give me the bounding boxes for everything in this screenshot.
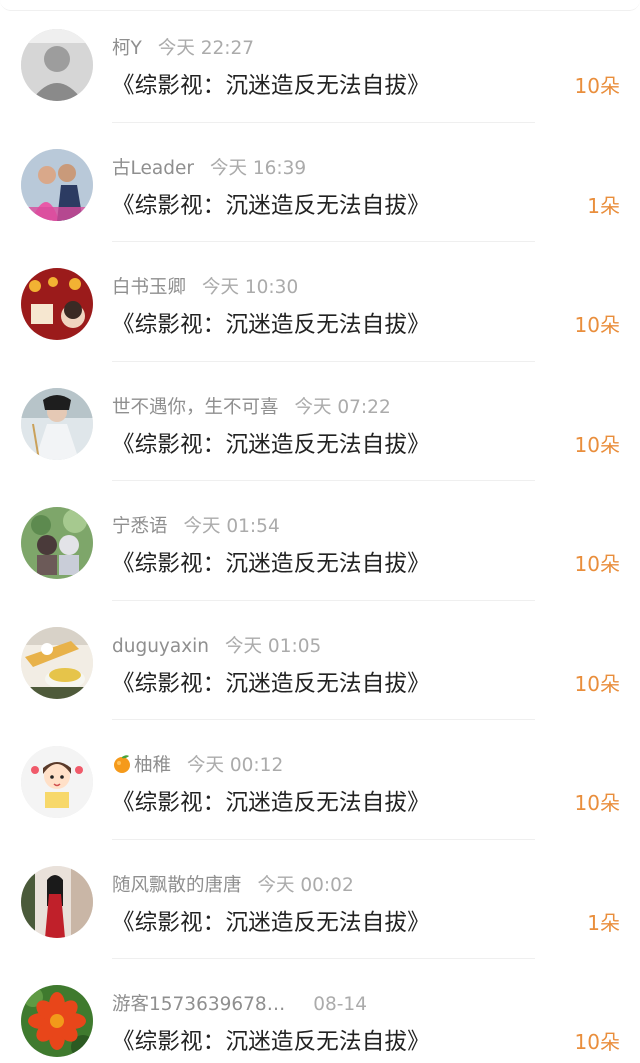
flower-count: 1朵 (587, 910, 620, 935)
user-avatar-woman-red-dress-icon (21, 865, 93, 938)
username[interactable]: 游客1573639678… (112, 994, 285, 1015)
flower-count: 10朵 (574, 552, 620, 576)
timestamp: 今天 16:39 (209, 157, 307, 179)
flower-count: 10朵 (574, 1030, 620, 1054)
timestamp: 今天 10:30 (202, 277, 299, 298)
username[interactable]: 柚稚 (134, 755, 171, 776)
avatar[interactable] (21, 29, 93, 101)
record-meta: 世不遇你，生不可喜 今天 07:22 (112, 395, 391, 421)
flower-count: 10朵 (574, 671, 620, 696)
avatar[interactable] (21, 746, 93, 818)
list-item[interactable]: 白书玉卿 今天 10:30 《综影视：沉迷造反无法自拔》 10朵 (0, 242, 640, 362)
username[interactable]: 白书玉卿 (112, 277, 186, 298)
list-item[interactable]: 游客1573639678… 08-14 《综影视：沉迷造反无法自拔》 10朵 (0, 959, 640, 1063)
avatar[interactable] (21, 148, 93, 221)
book-title[interactable]: 《综影视：沉迷造反无法自拔》 (112, 668, 430, 700)
avatar[interactable] (21, 268, 93, 340)
timestamp: 今天 01:05 (225, 635, 322, 657)
book-title[interactable]: 《综影视：沉迷造反无法自拔》 (112, 907, 430, 939)
flower-count: 10朵 (574, 432, 620, 457)
flower-count: 10朵 (574, 74, 620, 98)
timestamp: 今天 07:22 (294, 396, 391, 418)
username[interactable]: 柯Y (112, 38, 142, 59)
record-meta: 宁悉语 今天 01:54 (112, 514, 280, 540)
user-avatar-grayscale-photo-icon (21, 29, 93, 101)
avatar[interactable] (21, 985, 93, 1057)
user-avatar-chibi-pair-icon (21, 507, 93, 579)
avatar[interactable] (21, 865, 93, 938)
record-meta: 柚稚 今天 00:12 (112, 753, 283, 779)
username[interactable]: 宁悉语 (112, 516, 168, 537)
list-item[interactable]: 随风飘散的唐唐 今天 00:02 《综影视：沉迷造反无法自拔》 1朵 (0, 840, 640, 959)
user-avatar-costume-figure-icon (21, 387, 93, 460)
username[interactable]: 世不遇你，生不可喜 (112, 397, 279, 418)
user-avatar-couple-photo-icon (21, 148, 93, 221)
book-title[interactable]: 《综影视：沉迷造反无法自拔》 (112, 70, 430, 102)
user-avatar-red-flower-icon (21, 985, 93, 1057)
list-item[interactable]: 柯Y 今天 22:27 《综影视：沉迷造反无法自拔》 10朵 (0, 3, 640, 123)
book-title[interactable]: 《综影视：沉迷造反无法自拔》 (112, 1026, 430, 1058)
user-avatar-cartoon-girl-icon (21, 746, 93, 818)
list-item[interactable]: 柚稚 今天 00:12 《综影视：沉迷造反无法自拔》 10朵 (0, 720, 640, 840)
book-title[interactable]: 《综影视：沉迷造反无法自拔》 (112, 548, 430, 580)
flower-count: 1朵 (587, 193, 620, 218)
flower-count: 10朵 (574, 313, 620, 337)
record-meta: duguyaxin 今天 01:05 (112, 634, 321, 660)
orange-fruit-icon (114, 755, 130, 773)
avatar[interactable] (21, 626, 93, 699)
list-item[interactable]: 宁悉语 今天 01:54 《综影视：沉迷造反无法自拔》 10朵 (0, 481, 640, 601)
timestamp: 今天 00:12 (187, 755, 284, 776)
username[interactable]: duguyaxin (112, 636, 209, 657)
timestamp: 今天 22:27 (157, 38, 255, 59)
timestamp: 今天 00:02 (257, 874, 354, 896)
list-item[interactable]: duguyaxin 今天 01:05 《综影视：沉迷造反无法自拔》 10朵 (0, 601, 640, 720)
avatar[interactable] (21, 387, 93, 460)
timestamp: 今天 01:54 (183, 516, 280, 537)
list-item[interactable]: 古Leader 今天 16:39 《综影视：沉迷造反无法自拔》 1朵 (0, 123, 640, 242)
username[interactable]: 随风飘散的唐唐 (112, 875, 242, 896)
record-meta: 白书玉卿 今天 10:30 (112, 275, 298, 301)
record-meta: 随风飘散的唐唐 今天 00:02 (112, 873, 354, 899)
timestamp: 08-14 (313, 994, 367, 1015)
username[interactable]: 古Leader (112, 158, 194, 179)
book-title[interactable]: 《综影视：沉迷造反无法自拔》 (112, 429, 430, 461)
user-avatar-red-lantern-icon (21, 268, 93, 340)
flower-gift-list-page: 柯Y 今天 22:27 《综影视：沉迷造反无法自拔》 10朵 古Leader 今天 … (0, 0, 640, 1063)
list-item[interactable]: 世不遇你，生不可喜 今天 07:22 《综影视：沉迷造反无法自拔》 10朵 (0, 362, 640, 481)
record-meta: 柯Y 今天 22:27 (112, 36, 254, 62)
flower-count: 10朵 (574, 791, 620, 815)
user-avatar-tea-cup-icon (21, 626, 93, 699)
book-title[interactable]: 《综影视：沉迷造反无法自拔》 (112, 190, 430, 222)
book-title[interactable]: 《综影视：沉迷造反无法自拔》 (112, 309, 430, 341)
book-title[interactable]: 《综影视：沉迷造反无法自拔》 (112, 787, 430, 819)
record-meta: 游客1573639678… 08-14 (112, 992, 367, 1018)
avatar[interactable] (21, 507, 93, 579)
record-meta: 古Leader 今天 16:39 (112, 156, 306, 182)
